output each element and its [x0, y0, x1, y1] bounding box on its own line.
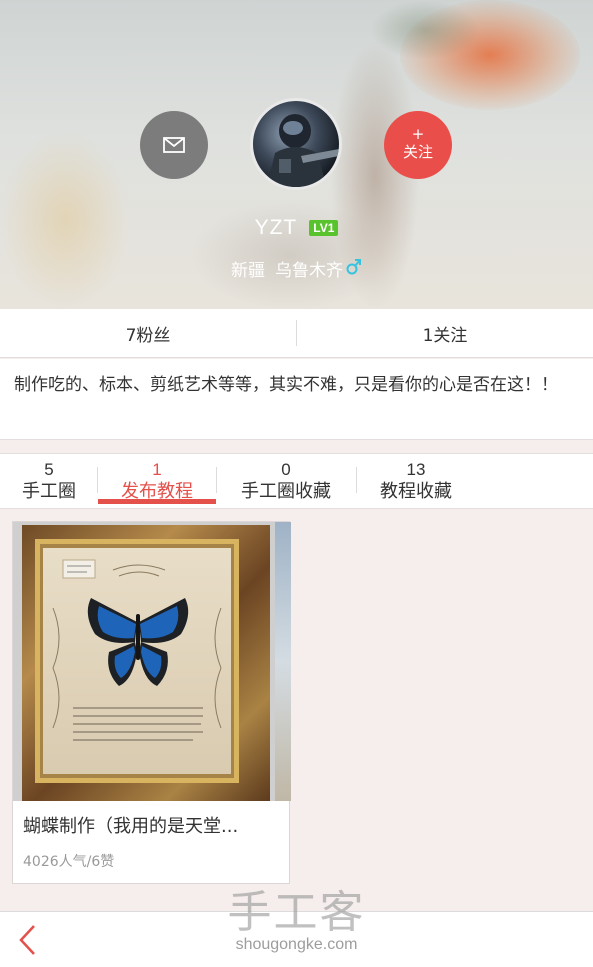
envelope-icon — [163, 137, 185, 153]
butterfly-image — [52, 559, 222, 741]
tab-count: 1 — [152, 460, 162, 479]
tutorial-thumbnail — [13, 522, 291, 801]
follow-label: 关注 — [402, 143, 433, 161]
tutorial-card[interactable]: 蝴蝶制作（我用的是天堂... 4026人气/6赞 — [12, 521, 291, 884]
message-button[interactable] — [140, 111, 208, 179]
tab-tutorial-favorites[interactable]: 13 教程收藏 — [358, 454, 474, 509]
bio-text: 制作吃的、标本、剪纸艺术等等，其实不难，只是看你的心是否在这！！ — [0, 359, 593, 440]
tab-count: 13 — [406, 460, 426, 479]
username: YZT — [254, 216, 298, 239]
tab-circle-favorites[interactable]: 0 手工圈收藏 — [218, 454, 354, 509]
male-icon — [346, 257, 362, 280]
tab-count: 5 — [44, 460, 54, 479]
frame-mat — [43, 548, 231, 774]
tutorial-title[interactable]: 蝴蝶制作（我用的是天堂... — [23, 812, 285, 838]
tab-label: 手工圈 — [22, 481, 76, 502]
location-row: 新疆 乌鲁木齐 — [0, 256, 593, 281]
tab-divider — [356, 467, 357, 493]
tab-label: 手工圈收藏 — [241, 481, 331, 502]
active-tab-underline — [98, 499, 216, 504]
tab-label: 教程收藏 — [380, 481, 452, 502]
level-badge: LV1 — [309, 220, 339, 236]
watermark-logo: 手工客 — [227, 887, 366, 938]
tab-bar: 5 手工圈 1 发布教程 0 手工圈收藏 13 教程收藏 — [0, 453, 593, 509]
follow-button[interactable]: + 关注 — [384, 111, 452, 179]
plus-icon: + — [411, 125, 425, 143]
location-province: 新疆 — [231, 261, 265, 281]
profile-header: + 关注 YZT LV1 新疆 乌鲁木齐 — [0, 0, 593, 309]
tutorial-meta: 4026人气/6赞 — [23, 854, 115, 870]
following-count[interactable]: 1关注 — [297, 321, 593, 346]
photo-background — [275, 522, 291, 801]
avatar-image — [267, 114, 339, 187]
location-city: 乌鲁木齐 — [275, 261, 343, 281]
watermark-url: shougongke.com — [235, 936, 358, 953]
stats-bar: 7粉丝 1关注 — [0, 309, 593, 358]
tab-divider — [216, 467, 217, 493]
avatar[interactable] — [250, 98, 342, 190]
tab-count: 0 — [281, 460, 291, 479]
tab-circle[interactable]: 5 手工圈 — [4, 454, 94, 509]
tab-divider — [97, 467, 98, 493]
fans-count[interactable]: 7粉丝 — [0, 321, 296, 346]
name-row: YZT LV1 — [0, 216, 593, 240]
background-blur — [370, 0, 480, 60]
